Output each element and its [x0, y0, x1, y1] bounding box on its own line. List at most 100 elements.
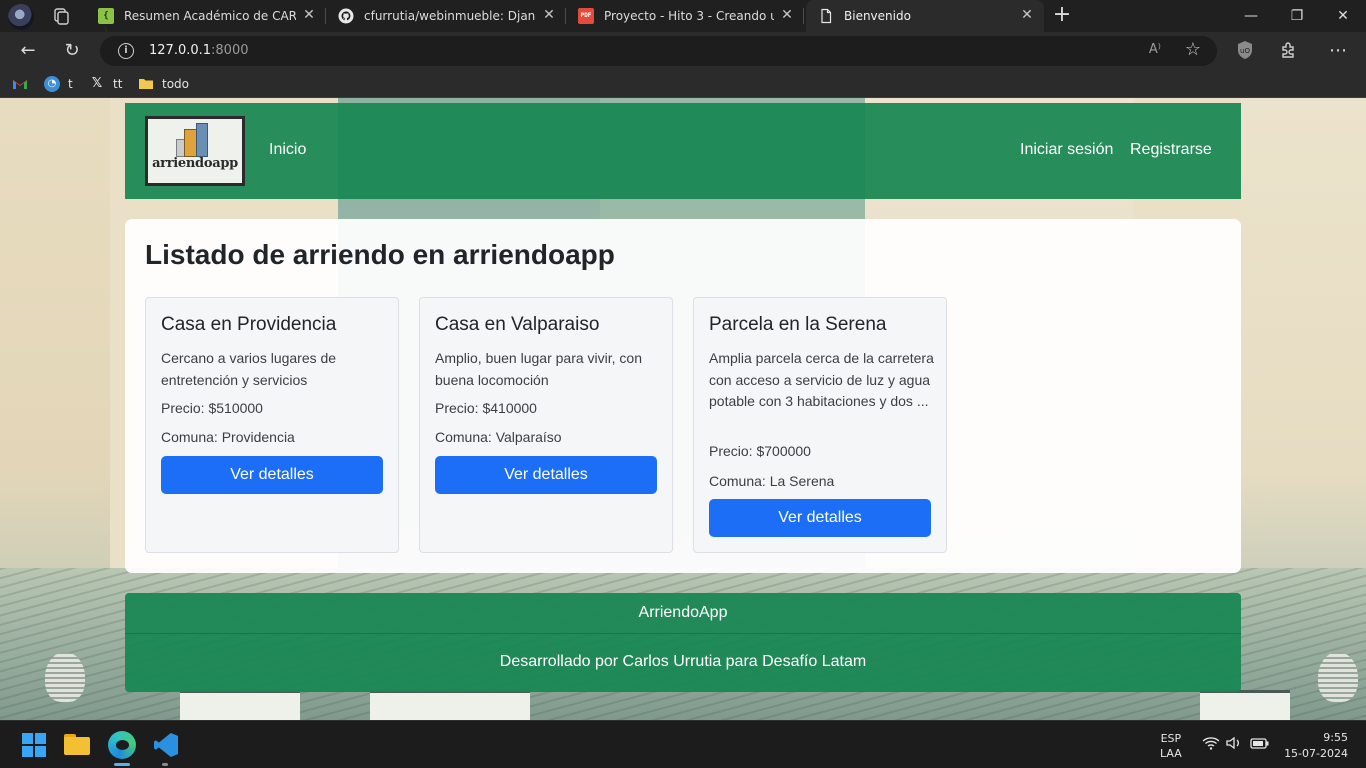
open-app-indicator	[162, 763, 168, 766]
wifi-icon[interactable]	[1202, 736, 1220, 754]
property-description: Amplio, buen lugar para vivir, con buena…	[435, 350, 642, 388]
keyboard-layout: LAA	[1160, 747, 1182, 760]
input-language-indicator[interactable]: ESP LAA	[1160, 731, 1182, 761]
property-name: Casa en Providencia	[161, 314, 337, 335]
close-tab-icon[interactable]: ✕	[780, 8, 794, 22]
windows-taskbar: ESP LAA 9:55 15-07-2024	[0, 720, 1366, 768]
background-tree	[1318, 652, 1358, 702]
bookmark-gmail[interactable]	[12, 76, 36, 92]
refresh-button[interactable]: ↻	[61, 40, 83, 62]
close-tab-icon[interactable]: ✕	[1020, 8, 1034, 22]
profile-avatar[interactable]	[8, 4, 34, 30]
close-window-button[interactable]: ✕	[1320, 0, 1366, 32]
view-details-button[interactable]: Ver detalles	[435, 456, 657, 494]
nav-link-login[interactable]: Iniciar sesión	[1020, 141, 1113, 159]
tab-resumen[interactable]: { } Resumen Académico de CARLOS ✕	[86, 0, 326, 37]
language-code: ESP	[1160, 732, 1182, 745]
bookmark-tt[interactable]: 𝕏tt	[89, 76, 123, 92]
bookmark-folder-todo[interactable]: todo	[138, 76, 189, 92]
ublock-extension-icon[interactable]: uO	[1234, 40, 1256, 62]
page-icon	[818, 8, 834, 24]
background-house	[180, 690, 300, 720]
site-icon: ◔	[44, 76, 60, 92]
read-aloud-icon[interactable]: A⁾	[1149, 42, 1161, 57]
tab-title: Proyecto - Hito 3 - Creando una	[604, 9, 774, 23]
battery-icon[interactable]	[1250, 736, 1269, 754]
vscode-icon[interactable]	[152, 731, 180, 759]
footer-brand: ArriendoApp	[638, 604, 728, 621]
tab-title: Bienvenido	[844, 9, 911, 23]
view-details-button[interactable]: Ver detalles	[161, 456, 383, 494]
property-description: Amplia parcela cerca de la carretera con…	[709, 350, 934, 409]
volume-icon[interactable]	[1225, 736, 1243, 754]
github-icon	[338, 8, 354, 24]
property-card: Casa en Providencia Cercano a varios lug…	[145, 297, 399, 553]
url-port: :8000	[211, 43, 249, 58]
nav-link-inicio[interactable]: Inicio	[269, 141, 306, 159]
property-price: Precio: $510000	[161, 400, 263, 416]
site-navbar: arriendoapp Inicio Iniciar sesión Regist…	[125, 103, 1241, 199]
bookmark-label: todo	[162, 77, 190, 91]
address-url[interactable]: 127.0.0.1:8000	[149, 43, 249, 58]
property-price: Precio: $410000	[435, 400, 537, 416]
restore-button[interactable]: ❐	[1274, 0, 1320, 32]
property-price: Precio: $700000	[709, 443, 811, 459]
property-card: Parcela en la Serena Amplia parcela cerc…	[693, 297, 947, 553]
background-tree	[45, 652, 85, 702]
extensions-icon[interactable]	[1278, 40, 1300, 62]
address-bar[interactable]: i 127.0.0.1:8000 A⁾ ☆	[100, 36, 1217, 66]
background-house	[370, 690, 530, 720]
tab-proyecto[interactable]: PDF Proyecto - Hito 3 - Creando una ✕	[566, 0, 804, 32]
tab-strip: { } Resumen Académico de CARLOS ✕ cfurru…	[0, 0, 1366, 37]
browser-toolbar: ← ↻ i 127.0.0.1:8000 A⁾ ☆ uO ⋯	[0, 32, 1366, 70]
tab-title: Resumen Académico de CARLOS	[124, 9, 296, 23]
bookmark-label: t	[68, 77, 73, 91]
minimize-button[interactable]: —	[1228, 0, 1274, 32]
start-button[interactable]	[20, 731, 48, 759]
property-name: Parcela en la Serena	[709, 314, 887, 335]
property-description: Cercano a varios lugares de entretención…	[161, 350, 337, 388]
x-icon: 𝕏	[91, 76, 103, 91]
json-icon: { }	[98, 8, 114, 37]
tab-github[interactable]: cfurrutia/webinmueble: Django y ✕	[326, 0, 566, 32]
svg-text:uO: uO	[1240, 47, 1250, 55]
background-house	[1200, 690, 1290, 720]
url-host: 127.0.0.1	[149, 43, 212, 58]
logo-text: arriendoapp	[152, 156, 238, 171]
new-tab-button[interactable]: +	[1052, 4, 1072, 26]
tab-title: cfurrutia/webinmueble: Django y	[364, 9, 536, 23]
back-button[interactable]: ←	[17, 40, 39, 62]
property-commune: Comuna: Providencia	[161, 429, 295, 445]
site-footer: ArriendoApp Desarrollado por Carlos Urru…	[125, 593, 1241, 692]
file-explorer-icon[interactable]	[64, 731, 92, 759]
gmail-icon	[12, 76, 28, 92]
close-tab-icon[interactable]: ✕	[542, 8, 556, 22]
nav-link-register[interactable]: Registrarse	[1130, 141, 1212, 159]
property-card: Casa en Valparaiso Amplio, buen lugar pa…	[419, 297, 673, 553]
bookmark-t[interactable]: ◔ t	[44, 76, 73, 92]
active-app-indicator	[114, 763, 130, 766]
pdf-icon: PDF	[578, 8, 594, 24]
bookmark-label: tt	[113, 77, 123, 91]
clock-time: 9:55	[1323, 731, 1348, 744]
tab-bienvenido[interactable]: Bienvenido ✕	[806, 0, 1044, 32]
bookmarks-bar: ◔ t 𝕏tt todo	[0, 70, 1366, 98]
view-details-button[interactable]: Ver detalles	[709, 499, 931, 537]
property-commune: Comuna: Valparaíso	[435, 429, 562, 445]
favorite-star-icon[interactable]: ☆	[1185, 39, 1201, 60]
edge-browser-icon[interactable]	[108, 731, 136, 759]
property-name: Casa en Valparaiso	[435, 314, 600, 335]
page-title: Listado de arriendo en arriendoapp	[145, 239, 615, 270]
listing-container: Listado de arriendo en arriendoapp Casa …	[125, 219, 1241, 573]
clock[interactable]: 9:55 15-07-2024	[1284, 730, 1348, 762]
close-tab-icon[interactable]: ✕	[302, 8, 316, 22]
site-info-icon[interactable]: i	[118, 43, 134, 59]
clock-date: 15-07-2024	[1284, 747, 1348, 760]
page-viewport: arriendoapp Inicio Iniciar sesión Regist…	[0, 98, 1366, 720]
folder-icon	[138, 76, 154, 92]
more-menu-icon[interactable]: ⋯	[1327, 40, 1349, 62]
tab-actions-icon[interactable]	[52, 7, 70, 25]
site-logo[interactable]: arriendoapp	[145, 116, 245, 186]
footer-credit: Desarrollado por Carlos Urrutia para Des…	[499, 653, 867, 670]
property-commune: Comuna: La Serena	[709, 473, 835, 489]
